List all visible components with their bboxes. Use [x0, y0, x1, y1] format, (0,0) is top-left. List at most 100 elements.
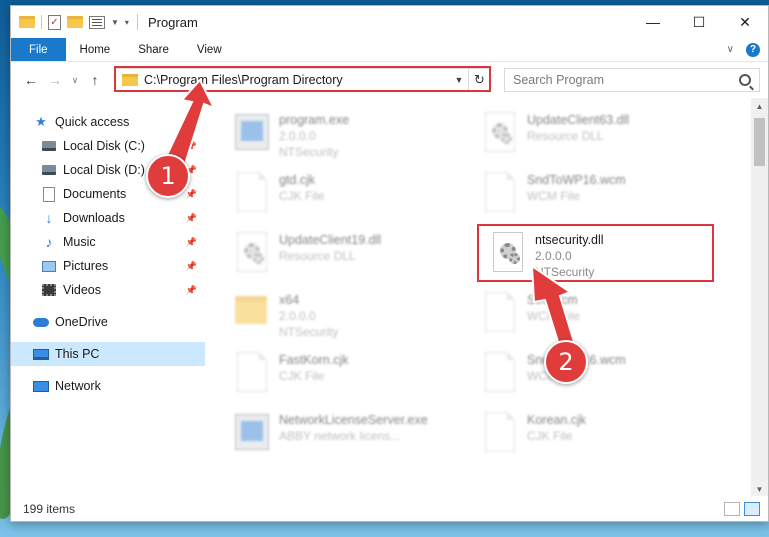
cloud-icon [33, 314, 49, 330]
sidebar-item-local-disk-c[interactable]: Local Disk (C:) 📌 [11, 134, 205, 158]
pin-icon[interactable]: 📌 [186, 213, 197, 224]
file-item[interactable]: SndToWP16.wcm WCM File [481, 170, 711, 224]
tab-view[interactable]: View [183, 38, 236, 61]
sidebar-item-label: Quick access [55, 115, 130, 129]
tab-file[interactable]: File [11, 38, 66, 61]
sidebar-item-label: This PC [55, 347, 100, 361]
scroll-up-icon[interactable]: ▲ [751, 98, 768, 115]
file-item[interactable]: program.exe 2.0.0.0 NTSecurity [233, 110, 463, 164]
recent-locations-button[interactable]: ∨ [67, 75, 83, 86]
customize-toolbar-icon[interactable]: ▾ [125, 18, 129, 27]
file-icon [481, 410, 517, 456]
window-controls: — ☐ ✕ [630, 6, 768, 38]
ribbon-tabs: File Home Share View ∨ ? [11, 38, 768, 62]
file-item[interactable]: NetworkLicenseServer.exe ABBY network li… [233, 410, 463, 464]
tab-home[interactable]: Home [66, 38, 125, 61]
file-item[interactable]: SndToWP16.wcm WCM File [481, 350, 711, 404]
status-bar: 199 items [11, 496, 768, 521]
pin-icon[interactable]: 📌 [186, 261, 197, 272]
tiles-view-icon[interactable] [744, 501, 760, 516]
properties-check-icon[interactable]: ✓ [48, 14, 61, 30]
sidebar-item-label: Music [63, 235, 96, 249]
file-detail: CJK File [279, 369, 325, 383]
search-icon [739, 74, 751, 86]
file-icon [481, 170, 517, 216]
pin-icon[interactable]: 📌 [186, 237, 197, 248]
sidebar-item-quick-access[interactable]: ★ Quick access [11, 110, 205, 134]
sidebar-item-label: Pictures [63, 259, 109, 273]
address-bar-highlight [114, 66, 491, 92]
details-view-icon[interactable] [724, 501, 740, 516]
folder-icon [233, 290, 269, 336]
file-item[interactable]: x64 2.0.0.0 NTSecurity [233, 290, 463, 344]
pin-icon[interactable]: 📌 [186, 285, 197, 296]
back-button[interactable]: ← [19, 72, 43, 88]
file-name: FastKorn.cjk [279, 353, 349, 367]
file-name: SndToWP16.wcm [527, 173, 626, 187]
toolbar-divider [41, 15, 42, 29]
file-item[interactable]: FastKorn.cjk CJK File [233, 350, 463, 404]
item-count: 199 items [23, 501, 76, 516]
tab-share[interactable]: Share [124, 38, 183, 61]
sidebar-item-onedrive[interactable]: OneDrive [11, 310, 205, 334]
quick-access-toolbar: ✓ ▼ ▾ [11, 14, 129, 30]
vertical-scrollbar[interactable]: ▲ ▼ [751, 98, 768, 498]
file-detail: WCM File [527, 309, 580, 323]
minimize-button[interactable]: — [630, 6, 676, 38]
music-icon: ♪ [45, 234, 53, 250]
file-name: gtd.cjk [279, 173, 316, 187]
sidebar-item-pictures[interactable]: Pictures 📌 [11, 254, 205, 278]
file-item[interactable]: UpdateClient19.dll Resource DLL [233, 230, 463, 284]
ntsecurity-highlight [477, 224, 714, 282]
help-icon[interactable]: ? [746, 42, 760, 57]
pin-icon[interactable]: 📌 [186, 189, 197, 200]
file-icon [481, 290, 517, 336]
close-button[interactable]: ✕ [722, 6, 768, 38]
sidebar-item-music[interactable]: ♪ Music 📌 [11, 230, 205, 254]
sidebar-item-label: Downloads [63, 211, 125, 225]
properties-icon[interactable] [89, 15, 105, 29]
sidebar-item-downloads[interactable]: ↓ Downloads 📌 [11, 206, 205, 230]
file-detail: Resource DLL [527, 129, 604, 143]
pin-icon[interactable]: 📌 [186, 141, 197, 152]
file-name: Sec.wcm [527, 293, 578, 307]
file-item[interactable]: Korean.cjk CJK File [481, 410, 711, 464]
file-item[interactable]: Sec.wcm WCM File [481, 290, 711, 344]
sidebar-item-label: Documents [63, 187, 127, 201]
file-detail: 2.0.0.0 [279, 129, 316, 143]
sidebar-item-videos[interactable]: Videos 📌 [11, 278, 205, 302]
file-name: UpdateClient19.dll [279, 233, 382, 247]
file-detail: CJK File [279, 189, 325, 203]
documents-icon [41, 186, 57, 202]
maximize-button[interactable]: ☐ [676, 6, 722, 38]
title-divider [136, 14, 138, 30]
chevron-down-icon[interactable]: ▼ [111, 18, 119, 27]
dll-icon [481, 110, 517, 156]
file-detail: NTSecurity [279, 145, 339, 159]
sidebar-item-label: Network [55, 379, 101, 393]
file-detail: 2.0.0.0 [279, 309, 316, 323]
sidebar-item-network[interactable]: Network [11, 374, 205, 398]
network-icon [33, 378, 49, 394]
expand-ribbon-icon[interactable]: ∨ [727, 44, 734, 55]
ribbon-right-controls: ∨ ? [727, 38, 768, 61]
file-item[interactable]: gtd.cjk CJK File [233, 170, 463, 224]
exe-icon [233, 410, 269, 456]
file-icon [233, 170, 269, 216]
up-button[interactable]: ↑ [83, 72, 107, 88]
file-icon [233, 350, 269, 396]
forward-button[interactable]: → [43, 72, 67, 88]
file-item[interactable]: UpdateClient63.dll Resource DLL [481, 110, 711, 164]
scroll-thumb[interactable] [754, 118, 765, 166]
step-badge-1: 1 [146, 154, 190, 198]
drive-icon [41, 138, 57, 154]
search-input[interactable]: Search Program [504, 68, 760, 92]
drive-icon [41, 162, 57, 178]
sidebar-item-label: Videos [63, 283, 101, 297]
sidebar-item-this-pc[interactable]: This PC [11, 342, 205, 366]
exe-icon [233, 110, 269, 156]
download-icon: ↓ [45, 210, 53, 226]
new-folder-icon[interactable] [67, 16, 83, 28]
file-detail: CJK File [527, 429, 573, 443]
dll-icon [233, 230, 269, 276]
